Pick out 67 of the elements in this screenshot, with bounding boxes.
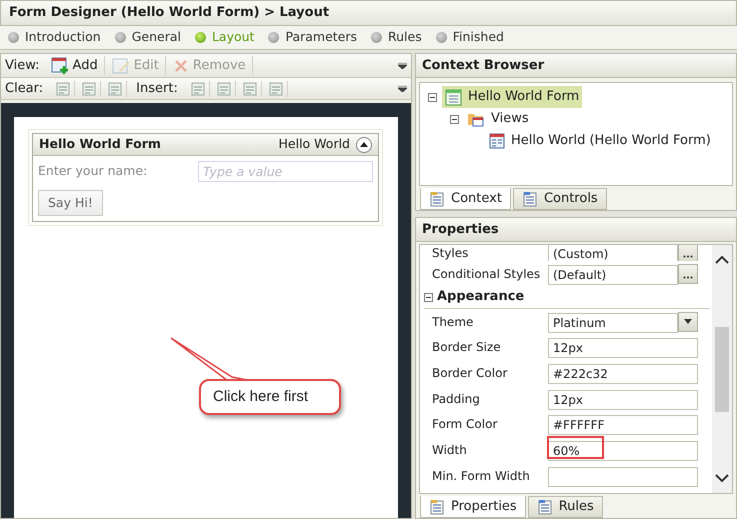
property-field[interactable]: #222c32 (548, 364, 698, 384)
property-field[interactable]: (Default) (548, 264, 678, 285)
tree-item[interactable]: Hello World (Hello World Form) (486, 130, 714, 152)
panel-tab[interactable]: Properties (420, 496, 526, 518)
collapse-icon[interactable] (356, 136, 372, 152)
view-title: Hello World (278, 135, 350, 154)
wizard-step[interactable]: Parameters (268, 28, 358, 47)
x-icon (172, 58, 189, 74)
field-label: Enter your name: (38, 162, 148, 180)
form-add-icon (50, 56, 69, 74)
ellipsis-icon (683, 255, 693, 258)
wizard-step[interactable]: General (114, 28, 181, 47)
toolbar-label: Insert: (136, 80, 178, 98)
property-label: Styles (431, 245, 470, 261)
pencil-form-icon (112, 56, 130, 74)
property-field[interactable]: 12px (548, 390, 698, 410)
tab-icon (522, 191, 538, 207)
property-label: Form Color (431, 416, 498, 434)
dropdown-arrow-icon[interactable] (398, 86, 407, 92)
form-icon (445, 88, 462, 106)
view-icon (489, 133, 505, 149)
section-heading: Appearance (437, 288, 524, 306)
toolbar-label: View: (5, 56, 40, 75)
property-label: Conditional Styles (431, 266, 542, 283)
ellipsis-icon (683, 276, 693, 279)
toolbar-button[interactable]: Add (48, 56, 105, 76)
tab-icon (429, 498, 445, 514)
scrollbar[interactable] (712, 245, 732, 493)
scroll-down-icon[interactable] (715, 474, 729, 483)
property-label: Padding (431, 390, 481, 408)
property-label: Theme (431, 314, 474, 331)
panel-tab[interactable]: Context (420, 188, 511, 210)
name-field[interactable]: Type a value (198, 161, 373, 182)
scroll-up-icon[interactable] (715, 255, 729, 264)
property-field[interactable]: 60% (548, 440, 698, 461)
panel-tab[interactable]: Rules (528, 496, 603, 518)
panel-title: Properties (422, 220, 499, 239)
theme-dropdown[interactable]: Platinum (548, 312, 678, 333)
property-field[interactable]: 12px (548, 338, 698, 358)
tree-item[interactable]: Hello World Form (442, 86, 582, 108)
property-field[interactable]: (Custom) (548, 245, 678, 261)
panel-tab[interactable]: Controls (512, 188, 607, 210)
form-title: Hello World Form (39, 135, 162, 154)
callout-bubble: Click here first (199, 379, 341, 415)
say-hi-button[interactable]: Say Hi! (38, 190, 103, 216)
property-label: Min. Form Width (431, 468, 531, 485)
tree-item[interactable]: Views (464, 108, 532, 130)
property-label: Border Size (431, 339, 502, 356)
collapse-icon[interactable] (428, 92, 437, 102)
window-title: Form Designer (Hello World Form) > Layout (9, 4, 330, 22)
wizard-step[interactable]: Finished (436, 28, 504, 47)
property-field[interactable]: #FFFFFF (548, 415, 698, 436)
wizard-step[interactable]: Introduction (8, 28, 101, 47)
ellipsis-button[interactable] (678, 264, 698, 284)
collapse-icon[interactable] (424, 292, 433, 302)
panel-title: Context Browser (422, 56, 544, 75)
property-label: Width (431, 442, 468, 459)
ellipsis-button[interactable] (678, 245, 698, 261)
property-field[interactable] (548, 466, 698, 487)
scroll-thumb[interactable] (715, 326, 729, 412)
tab-icon (536, 499, 553, 515)
toolbar-label: Clear: (5, 80, 44, 98)
wizard-step[interactable]: Rules (371, 28, 422, 47)
tab-icon (429, 190, 445, 206)
property-label: Border Color (431, 364, 508, 382)
dropdown-arrow-icon[interactable] (398, 62, 407, 68)
collapse-icon[interactable] (450, 114, 459, 124)
